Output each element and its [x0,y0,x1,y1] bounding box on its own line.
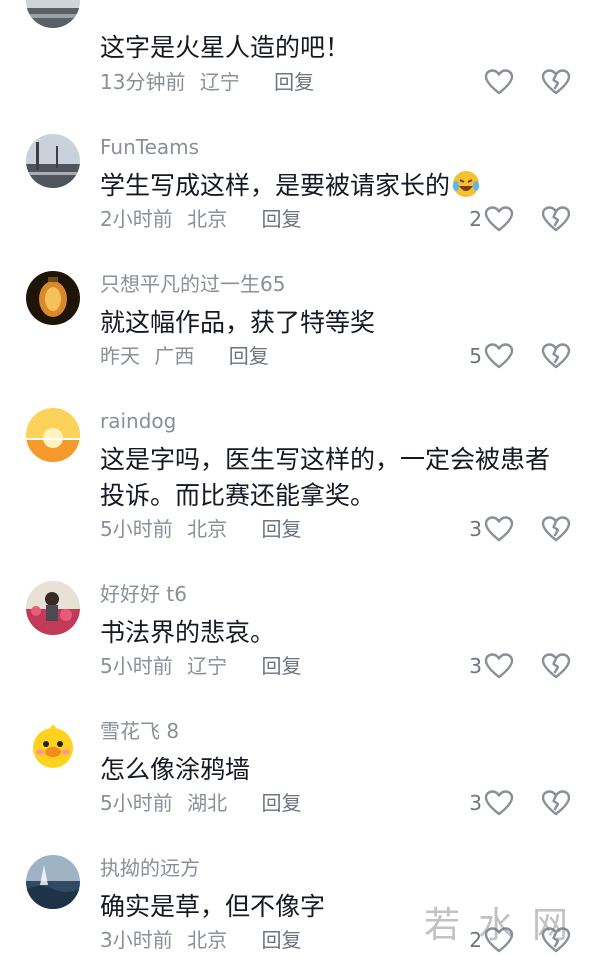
comment-text: 书法界的悲哀。 [100,618,276,647]
comment-meta: 3小时前 北京 回复 [100,927,301,953]
broken-heart-icon[interactable] [541,68,571,96]
username[interactable]: 好好好 t6 [100,581,187,607]
comment-time: 昨天 [100,344,140,368]
broken-heart-icon[interactable] [541,789,571,817]
broken-heart-icon[interactable] [541,205,571,233]
comment-time: 3小时前 [100,928,173,952]
broken-heart-icon[interactable] [541,652,571,680]
user-avatar[interactable] [26,718,80,772]
comment-meta: 5小时前 辽宁 回复 [100,653,301,679]
sea-avatar-icon [26,855,80,909]
user-avatar[interactable] [26,581,80,635]
comment-meta: 昨天 广西 回复 [100,343,269,369]
heart-icon[interactable] [484,205,514,233]
comment-location: 广西 [154,344,195,368]
comment-time: 2小时前 [100,207,173,231]
like-count: 3 [469,654,482,678]
like-count: 3 [469,791,482,815]
username[interactable]: FunTeams [100,134,199,160]
comment-meta: 13分钟前 辽宁 回复 [100,69,314,95]
reply-button[interactable]: 回复 [229,344,269,368]
user-avatar[interactable] [26,271,80,325]
username[interactable]: 雪花飞 8 [100,718,179,744]
user-avatar[interactable] [26,134,80,188]
user-avatar[interactable] [26,0,80,28]
comment-meta: 2小时前 北京 回复 [100,206,301,232]
reply-button[interactable]: 回复 [261,791,301,815]
username[interactable]: 执拗的远方 [100,855,200,881]
comment-location: 北京 [187,517,228,541]
reply-button[interactable]: 回复 [261,207,301,231]
comment-location: 北京 [187,207,228,231]
comment-time: 5小时前 [100,654,173,678]
flowers-avatar-icon [26,581,80,635]
like-count: 3 [469,517,482,541]
heart-icon[interactable] [484,68,514,96]
road-photo-avatar-icon [26,0,80,28]
lantern-avatar-icon [26,271,80,325]
site-watermark: 若水网 [424,905,587,946]
reply-button[interactable]: 回复 [261,928,301,952]
like-count: 2 [469,207,482,231]
comment-location: 辽宁 [187,654,228,678]
comment-text: 这是字吗，医生写这样的，一定会被患者投诉。而比赛还能拿奖。 [100,445,551,510]
broken-heart-icon[interactable] [541,342,571,370]
sunset-avatar-icon [26,408,80,462]
reply-button[interactable]: 回复 [261,654,301,678]
comment-time: 13分钟前 [100,70,186,94]
comment-text: 怎么像涂鸦墙 [100,755,251,784]
username[interactable]: 只想平凡的过一生65 [100,271,285,297]
like-count: 5 [469,344,482,368]
comment-meta: 5小时前 湖北 回复 [100,790,301,816]
comment-time: 5小时前 [100,517,173,541]
laughing-crying-emoji-icon [452,170,480,198]
comment-location: 湖北 [187,791,228,815]
road-photo-avatar-icon [26,134,80,188]
broken-heart-icon[interactable] [541,515,571,543]
comment-location: 辽宁 [199,70,240,94]
comment-meta: 5小时前 北京 回复 [100,516,301,542]
username[interactable]: raindog [100,408,176,434]
reply-button[interactable]: 回复 [274,70,314,94]
comment-text: 学生写成这样，是要被请家长的 [100,168,570,204]
comment-time: 5小时前 [100,791,173,815]
heart-icon[interactable] [484,342,514,370]
heart-icon[interactable] [484,789,514,817]
comment-text: 这字是火星人造的吧！ [100,33,351,62]
comment-text: 就这幅作品，获了特等奖 [100,308,376,337]
heart-icon[interactable] [484,652,514,680]
duck-avatar-icon [26,718,80,772]
user-avatar[interactable] [26,408,80,462]
comment-location: 北京 [187,928,228,952]
reply-button[interactable]: 回复 [261,517,301,541]
heart-icon[interactable] [484,515,514,543]
user-avatar[interactable] [26,855,80,909]
